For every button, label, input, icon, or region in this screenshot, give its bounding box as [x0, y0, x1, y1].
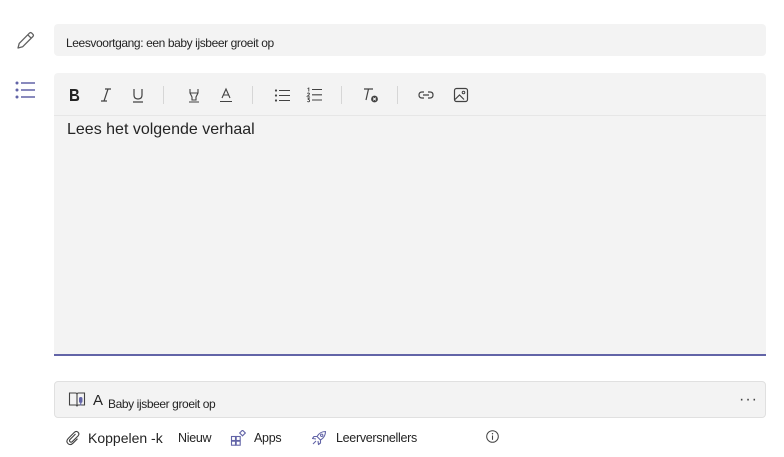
image-icon[interactable]	[451, 85, 471, 105]
rocket-icon	[311, 430, 327, 446]
paperclip-icon	[65, 430, 81, 446]
text-list-icon	[14, 80, 36, 100]
underline-icon[interactable]	[128, 85, 148, 105]
new-label: Nieuw	[178, 431, 212, 445]
apps-icon	[230, 429, 247, 446]
font-color-icon[interactable]	[216, 85, 236, 105]
bold-icon[interactable]	[64, 85, 84, 105]
italic-icon[interactable]	[96, 85, 116, 105]
learning-accelerators-label: Leerversnellers	[336, 431, 417, 445]
highlight-icon[interactable]	[184, 85, 204, 105]
formatting-toolbar	[54, 73, 766, 116]
link-icon[interactable]	[416, 85, 436, 105]
new-button[interactable]: Nieuw	[178, 428, 212, 448]
instructions-editor[interactable]: Lees het volgende verhaal	[54, 73, 766, 356]
more-options-icon[interactable]: ···	[739, 391, 758, 409]
reading-progress-resource[interactable]: A Baby ijsbeer groeit op ···	[54, 381, 766, 418]
editor-content[interactable]: Lees het volgende verhaal	[67, 121, 255, 139]
info-icon[interactable]	[486, 430, 499, 443]
attach-label: Koppelen -k	[88, 430, 163, 446]
numbered-list-icon[interactable]	[304, 85, 324, 105]
resource-name: Baby ijsbeer groeit op	[108, 397, 216, 411]
clear-formatting-icon[interactable]	[360, 85, 380, 105]
bullet-list-icon[interactable]	[272, 85, 292, 105]
apps-button[interactable]: Apps	[230, 428, 282, 448]
apps-label: Apps	[254, 431, 282, 445]
reading-progress-icon	[68, 391, 86, 409]
pencil-icon	[15, 30, 36, 51]
learning-accelerators-button[interactable]: Leerversnellers	[311, 428, 417, 448]
title-input[interactable]: Leesvoortgang: een baby ijsbeer groeit o…	[54, 24, 766, 56]
attach-button[interactable]: Koppelen -k	[65, 428, 163, 448]
resource-prefix: A	[93, 392, 104, 409]
